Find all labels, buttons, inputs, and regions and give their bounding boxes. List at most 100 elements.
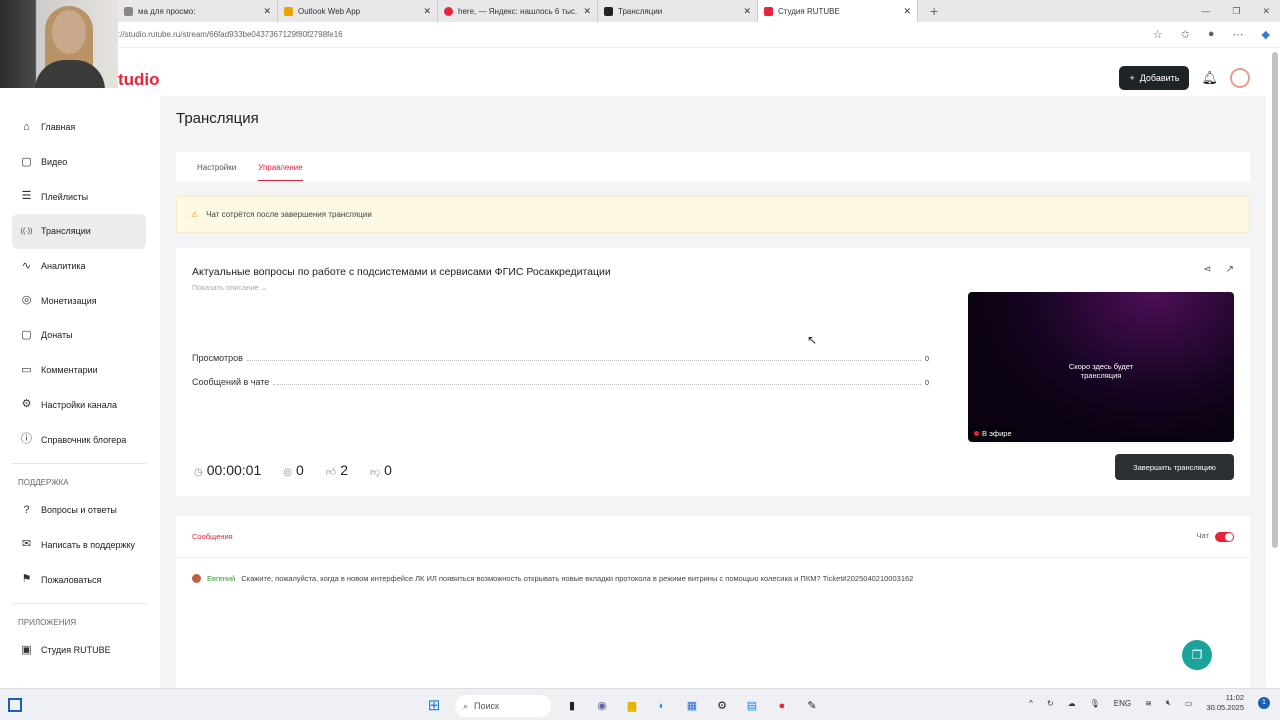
sidebar-item-analytics[interactable]: ∿ Аналитика <box>12 249 146 284</box>
share-icon[interactable]: ⋖ <box>1203 264 1211 275</box>
clock[interactable]: 11:02 30.05.2025 <box>1206 693 1244 713</box>
chat-toggle-label: Чат <box>1196 531 1209 541</box>
tab-favicon-icon <box>284 6 293 16</box>
thumbs-down-icon: 👎︎ <box>370 467 381 478</box>
star-icon[interactable]: ☆ <box>1153 28 1163 41</box>
tab-settings[interactable]: Настройки <box>197 163 236 172</box>
avatar <box>192 574 201 583</box>
app-icon[interactable]: ✎ <box>803 697 821 715</box>
menu-icon[interactable]: ⋯ <box>1233 28 1244 41</box>
sidebar-item-report[interactable]: ⚑ Пожаловаться <box>12 562 146 597</box>
sidebar: ⌂ Главная ▢ Видео ☰ Плейлисты ((·)) Трансляц… <box>12 110 146 668</box>
wifi-icon[interactable]: ≋ <box>1145 699 1152 708</box>
close-window-icon[interactable]: ✕ <box>1262 6 1270 17</box>
external-link-icon[interactable]: ↗ <box>1226 264 1234 275</box>
sidebar-item-guide[interactable]: ⓘ Справочник блогера <box>12 422 146 457</box>
help-chat-button[interactable]: ❐ <box>1182 640 1212 670</box>
sidebar-item-donations[interactable]: ▢ Донаты <box>12 318 146 353</box>
taskbar-search[interactable]: ⌕ Поиск <box>455 695 551 717</box>
copilot-icon[interactable]: ◆ <box>1262 28 1270 41</box>
page-title: Трансляция <box>176 110 259 127</box>
close-icon[interactable]: ✕ <box>743 6 751 17</box>
chat-app-icon[interactable]: ◉ <box>593 697 611 715</box>
taskbar: ⊞ ⌕ Поиск ▮ ◉ ▆ ◐ ▦ ⚙ ▤ ● ✎ ^ ↻ ☁ 🎙︎ ENG … <box>0 688 1280 720</box>
bell-icon[interactable]: 🔔︎ <box>1201 70 1218 86</box>
yandex-browser-icon[interactable]: ● <box>773 697 791 715</box>
profile-icon[interactable]: ● <box>1208 28 1215 41</box>
chat-message: Евгений Скажите, пожалуйста, когда в ново… <box>176 558 1250 599</box>
address-bar[interactable]: ://studio.rutube.ru/stream/66fad933be043… <box>0 22 1280 48</box>
show-desktop-icon[interactable] <box>8 697 22 712</box>
duration-counter: ◷ 00:00:01 <box>194 462 262 478</box>
add-button[interactable]: + Добавить <box>1119 66 1190 90</box>
browser-tab-active[interactable]: Студия RUTUBE ✕ <box>758 0 918 22</box>
stream-preview[interactable]: Скоро здесь будет трансляция В эфире <box>968 292 1234 442</box>
browser-tab[interactable]: Трансляции ✕ <box>598 0 758 22</box>
end-stream-button[interactable]: Завершить трансляцию <box>1115 454 1234 480</box>
plus-icon: + <box>1129 73 1135 83</box>
tab-favicon-icon <box>764 6 773 16</box>
favorites-icon[interactable]: ✩ <box>1181 28 1190 41</box>
minimize-icon[interactable]: — <box>1201 6 1210 16</box>
studio-logo[interactable]: tudio <box>118 70 160 90</box>
language-indicator[interactable]: ENG <box>1114 699 1131 708</box>
warning-banner: ⚠ Чат сотрётся после завершения трансляци… <box>176 196 1250 233</box>
close-icon[interactable]: ✕ <box>903 6 911 17</box>
broadcast-icon: ((·)) <box>20 227 33 235</box>
scrollbar[interactable] <box>1272 52 1278 548</box>
video-icon: ▢ <box>21 155 32 168</box>
coin-icon: ◎ <box>21 294 32 307</box>
sidebar-item-playlists[interactable]: ☰ Плейлисты <box>12 179 146 214</box>
edge-icon[interactable]: ◐ <box>653 697 671 715</box>
task-view-icon[interactable]: ▮ <box>563 697 581 715</box>
browser-tab[interactable]: here, — Яндекс: нашлось 6 тыс. ✕ <box>438 0 598 22</box>
close-icon[interactable]: ✕ <box>423 6 431 17</box>
playlist-icon: ☰ <box>21 190 32 203</box>
divider <box>12 462 146 464</box>
live-dot-icon <box>974 431 979 436</box>
sidebar-item-write-support[interactable]: ✉ Написать в поддержку <box>12 528 146 563</box>
tab-messages[interactable]: Сообщения <box>192 532 233 541</box>
maximize-icon[interactable]: ❐ <box>1232 6 1240 17</box>
file-explorer-icon[interactable]: ▆ <box>623 697 641 715</box>
avatar[interactable] <box>1230 68 1250 88</box>
chat-toggle[interactable] <box>1215 531 1234 542</box>
cloud-icon[interactable]: ☁ <box>1068 699 1076 708</box>
tab-favicon-icon <box>124 6 133 16</box>
viewers-counter: ◎ 0 <box>283 462 304 478</box>
close-icon[interactable]: ✕ <box>263 6 271 17</box>
browser-tab[interactable]: ма для просмо: ✕ <box>118 0 278 22</box>
sidebar-item-channel-settings[interactable]: ⚙ Настройки канала <box>12 388 146 423</box>
store-icon[interactable]: ▦ <box>683 697 701 715</box>
webcam-overlay <box>0 0 118 88</box>
tab-management[interactable]: Управление <box>258 153 303 181</box>
sidebar-item-comments[interactable]: ▭ Комментарии <box>12 353 146 388</box>
browser-tab[interactable]: Outlook Web App ✕ <box>278 0 438 22</box>
home-icon: ⌂ <box>23 120 30 133</box>
sidebar-item-studio-app[interactable]: ▣ Студия RUTUBE <box>12 633 146 668</box>
mail-icon: ✉ <box>21 538 32 551</box>
microphone-icon[interactable]: 🎙︎ <box>1090 699 1100 708</box>
page-tabs: Настройки Управление <box>176 152 1250 182</box>
show-description-link[interactable]: Показать описание ⌄ <box>192 283 267 292</box>
sidebar-item-video[interactable]: ▢ Видео <box>12 145 146 180</box>
close-icon[interactable]: ✕ <box>583 6 591 17</box>
dislikes-counter: 👎︎ 0 <box>370 462 392 478</box>
new-tab-button[interactable]: + <box>918 3 938 19</box>
volume-muted-icon[interactable]: 🔇︎ <box>1166 698 1171 708</box>
tab-favicon-icon <box>604 6 613 16</box>
battery-icon[interactable]: ▭ <box>1185 699 1193 708</box>
notification-icon[interactable]: 1 <box>1258 697 1270 709</box>
sidebar-item-monetization[interactable]: ◎ Монетизация <box>12 283 146 318</box>
clock-icon: ◷ <box>194 467 203 478</box>
sidebar-item-home[interactable]: ⌂ Главная <box>12 110 146 145</box>
calculator-icon[interactable]: ▤ <box>743 697 761 715</box>
sidebar-item-faq[interactable]: ? Вопросы и ответы <box>12 493 146 528</box>
window-controls: — ❐ ✕ <box>1201 0 1280 22</box>
windows-start-icon[interactable]: ⊞ <box>425 697 443 715</box>
chevron-up-icon[interactable]: ^ <box>1029 699 1033 708</box>
sidebar-item-streams[interactable]: ((·)) Трансляции <box>12 214 146 249</box>
sync-icon[interactable]: ↻ <box>1047 699 1054 708</box>
stat-chat-messages: Сообщений в чате 0 <box>192 377 929 387</box>
settings-icon[interactable]: ⚙ <box>713 697 731 715</box>
